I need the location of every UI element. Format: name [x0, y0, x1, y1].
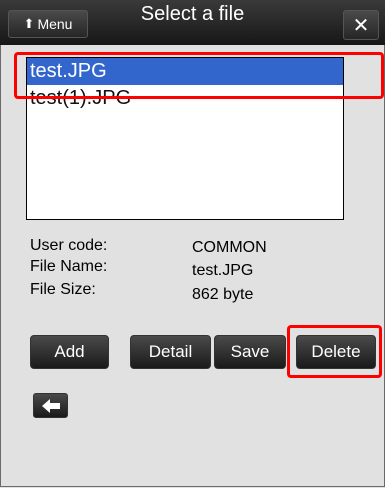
close-button[interactable]: ✕	[343, 10, 379, 40]
file-size-label: File Size:	[30, 281, 96, 298]
arrow-left-icon	[41, 398, 60, 413]
save-button[interactable]: Save	[214, 335, 286, 369]
title-bar: ⬆ Menu Select a file ✕	[0, 0, 385, 45]
file-name-value: test.JPG	[192, 262, 254, 279]
user-code-label: User code:	[30, 237, 108, 254]
highlight-annotation-delete	[287, 325, 382, 378]
back-button[interactable]	[33, 393, 68, 418]
close-icon: ✕	[352, 14, 370, 37]
add-button[interactable]: Add	[30, 335, 109, 369]
user-code-value: COMMON	[192, 239, 267, 256]
file-name-label: File Name:	[30, 258, 108, 275]
detail-button[interactable]: Detail	[130, 335, 211, 369]
file-size-value: 862 byte	[192, 286, 254, 303]
page-title: Select a file	[140, 3, 245, 25]
highlight-annotation-file	[14, 52, 384, 99]
